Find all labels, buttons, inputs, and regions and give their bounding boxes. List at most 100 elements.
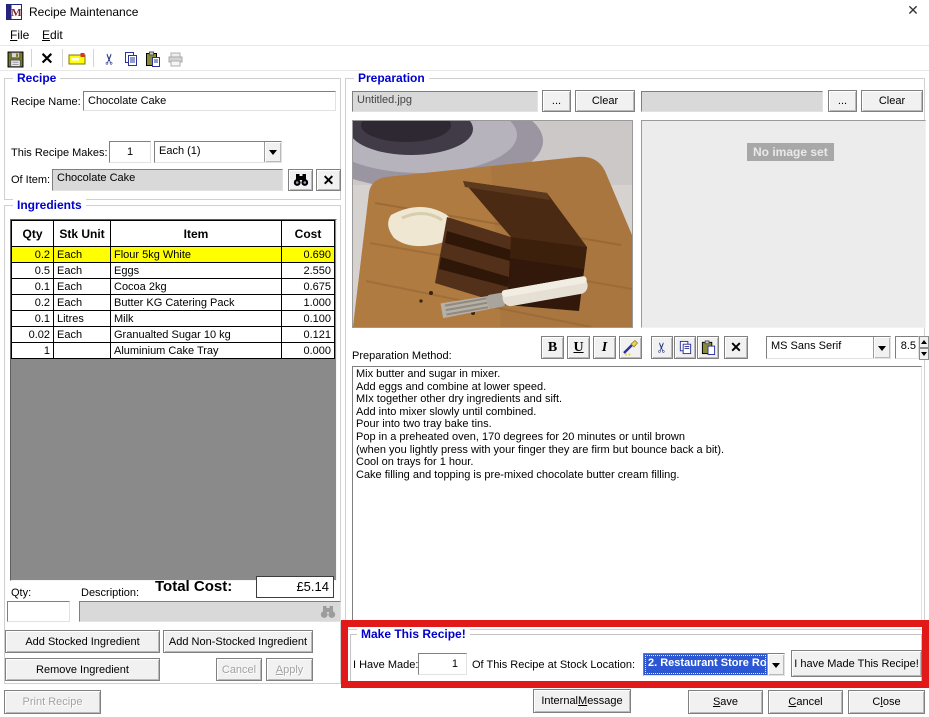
add-non-stocked-ingredient-button[interactable]: Add Non-Stocked Ingredient [163, 630, 313, 653]
made-this-recipe-button[interactable]: I have Made This Recipe! [791, 650, 922, 677]
recipe-name-label: Recipe Name: [11, 96, 81, 108]
table-row[interactable]: 1Aluminium Cake Tray0.000 [12, 343, 335, 359]
chocolate-cake-image [353, 121, 632, 327]
table-row[interactable]: 0.1LitresMilk0.100 [12, 311, 335, 327]
print-recipe-button: Print Recipe [4, 690, 101, 714]
ingredient-apply-button: Apply [266, 658, 313, 681]
paste-icon[interactable] [142, 48, 164, 70]
method-clear-button[interactable]: ✕ [724, 336, 748, 359]
remove-ingredient-button[interactable]: Remove Ingredient [5, 658, 160, 681]
clear-item-button[interactable]: ✕ [316, 169, 341, 191]
col-qty: Qty [12, 221, 54, 247]
secondary-image-panel: No image set [641, 120, 926, 328]
preparation-method-label: Preparation Method: [352, 350, 452, 362]
cell-cost: 0.675 [282, 279, 335, 295]
recipe-makes-input[interactable] [109, 141, 151, 163]
cell-unit: Each [54, 263, 111, 279]
save-button[interactable]: Save [688, 690, 763, 714]
cut-icon[interactable]: ✂ [98, 48, 120, 70]
font-name-combo[interactable]: MS Sans Serif [766, 336, 891, 359]
cell-unit: Each [54, 295, 111, 311]
find-item-button[interactable] [288, 169, 313, 191]
ingredients-group: Ingredients Qty Stk Unit Item Cost 0.2Ea… [4, 205, 341, 684]
browse-image2-button[interactable]: ... [828, 90, 857, 112]
cell-qty: 0.1 [12, 279, 54, 295]
title-bar: M Recipe Maintenance ✕ [0, 0, 929, 24]
method-copy-button[interactable] [674, 336, 696, 359]
spinner-down-icon[interactable] [919, 348, 929, 360]
recipe-name-input[interactable] [83, 91, 336, 111]
cell-unit [54, 343, 111, 359]
close-icon[interactable]: ✕ [899, 2, 927, 22]
chevron-down-icon[interactable] [873, 337, 890, 358]
menu-file[interactable]: File [6, 27, 33, 43]
browse-image1-button[interactable]: ... [542, 90, 571, 112]
method-paste-button[interactable] [697, 336, 719, 359]
i-have-made-input[interactable] [418, 653, 467, 675]
cell-qty: 0.5 [12, 263, 54, 279]
total-cost-label: Total Cost: [155, 578, 232, 595]
stock-location-combo[interactable]: 2. Restaurant Store Room [643, 653, 785, 676]
app-icon: M [6, 4, 22, 20]
table-row[interactable]: 0.5EachEggs2.550 [12, 263, 335, 279]
toolbar: ✕ ✂ [0, 45, 929, 71]
make-recipe-group-label: Make This Recipe! [357, 627, 470, 641]
recipe-group-label: Recipe [13, 71, 60, 85]
cell-item: Cocoa 2kg [111, 279, 282, 295]
cell-item: Aluminium Cake Tray [111, 343, 282, 359]
clear-image2-button[interactable]: Clear [861, 90, 923, 112]
ingredient-cancel-button: Cancel [216, 658, 262, 681]
underline-button[interactable]: U [567, 336, 590, 359]
italic-button[interactable]: I [593, 336, 616, 359]
table-row[interactable]: 0.1EachCocoa 2kg0.675 [12, 279, 335, 295]
font-size-field[interactable]: 8.5 [895, 336, 919, 359]
bold-button[interactable]: B [541, 336, 564, 359]
preparation-method-textarea[interactable]: Mix butter and sugar in mixer. Add eggs … [352, 366, 922, 627]
window-title: Recipe Maintenance [29, 5, 138, 19]
cell-cost: 0.100 [282, 311, 335, 327]
description-label: Description: [81, 587, 139, 599]
format-brush-button[interactable] [619, 336, 642, 359]
cell-qty: 0.02 [12, 327, 54, 343]
stock-location-value: 2. Restaurant Store Room [644, 654, 767, 675]
close-button[interactable]: Close [848, 690, 925, 714]
method-cut-button[interactable]: ✂ [651, 336, 673, 359]
internal-message-button[interactable]: Internal Message [533, 689, 631, 713]
recipe-makes-unit-combo[interactable]: Each (1) [154, 141, 282, 163]
image2-filename-field[interactable] [641, 91, 823, 112]
menu-bar: File Edit [0, 24, 929, 45]
delete-icon[interactable]: ✕ [36, 48, 58, 70]
description-field[interactable] [79, 601, 341, 622]
of-item-field[interactable]: Chocolate Cake [52, 169, 283, 191]
copy-icon[interactable] [120, 48, 142, 70]
table-row[interactable]: 0.02EachGranualted Sugar 10 kg0.121 [12, 327, 335, 343]
make-recipe-group: Make This Recipe! I Have Made: Of This R… [350, 634, 922, 683]
add-stocked-ingredient-button[interactable]: Add Stocked Ingredient [5, 630, 160, 653]
message-icon[interactable] [66, 48, 88, 70]
cell-qty: 0.1 [12, 311, 54, 327]
cell-item: Granualted Sugar 10 kg [111, 327, 282, 343]
recipe-group: Recipe Recipe Name: This Recipe Makes: E… [4, 78, 341, 200]
menu-edit[interactable]: Edit [38, 27, 67, 43]
chevron-down-icon[interactable] [264, 142, 281, 162]
table-row[interactable]: 0.2EachFlour 5kg White0.690 [12, 247, 335, 263]
cancel-button[interactable]: Cancel [768, 690, 843, 714]
cell-unit: Each [54, 327, 111, 343]
spinner-up-icon[interactable] [919, 336, 929, 348]
clear-image1-button[interactable]: Clear [575, 90, 635, 112]
stock-location-label: Of This Recipe at Stock Location: [472, 659, 635, 671]
cut-icon: ✂ [653, 342, 670, 354]
chevron-down-icon[interactable] [767, 654, 784, 675]
save-icon[interactable] [4, 48, 26, 70]
cell-qty: 0.2 [12, 247, 54, 263]
font-size-spinner[interactable] [919, 336, 929, 359]
table-row[interactable]: 0.2EachButter KG Catering Pack1.000 [12, 295, 335, 311]
no-image-badge: No image set [747, 143, 834, 161]
ingredients-table: Qty Stk Unit Item Cost 0.2EachFlour 5kg … [11, 220, 335, 359]
qty-input[interactable] [7, 601, 70, 622]
brush-icon [622, 339, 639, 356]
image1-filename-field[interactable]: Untitled.jpg [352, 91, 538, 112]
cell-unit: Litres [54, 311, 111, 327]
table-header-row: Qty Stk Unit Item Cost [12, 221, 335, 247]
i-have-made-label: I Have Made: [353, 659, 418, 671]
